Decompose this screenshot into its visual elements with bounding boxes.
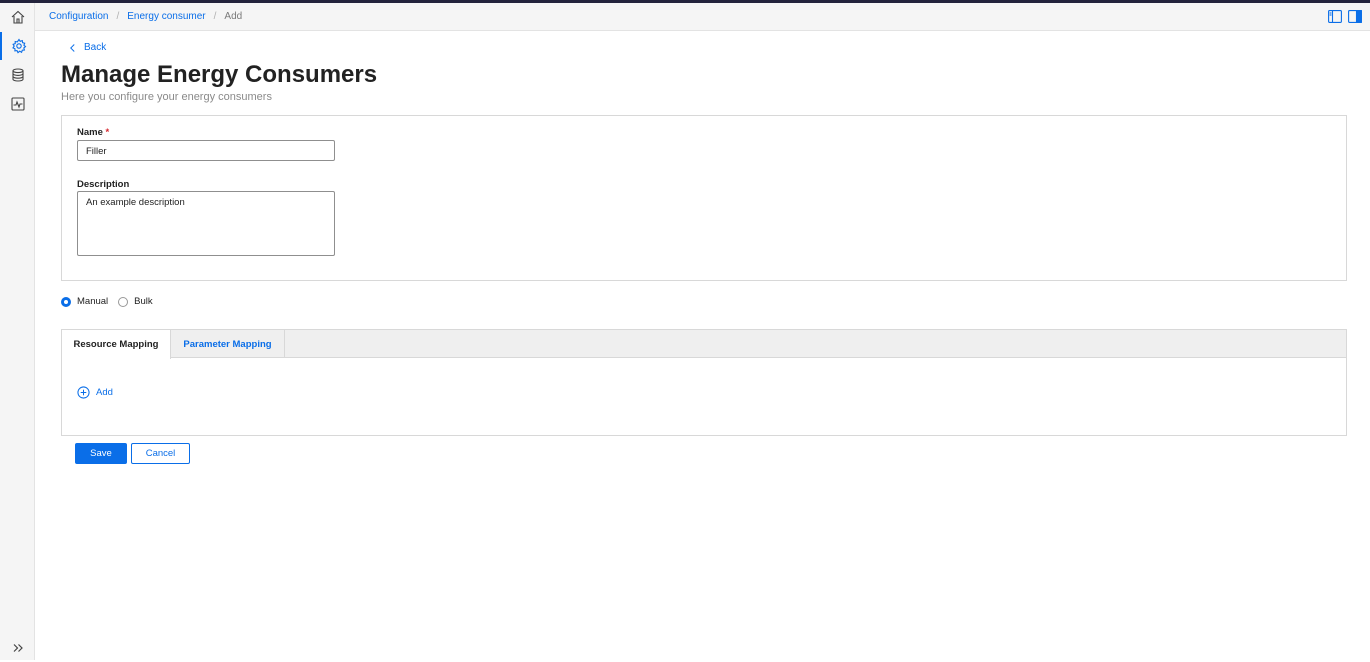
required-marker: * — [105, 127, 110, 138]
manual-radio[interactable] — [61, 296, 71, 307]
cancel-button[interactable]: Cancel — [131, 443, 190, 464]
sidebar-expand-button[interactable] — [0, 634, 35, 662]
gear-icon — [11, 38, 26, 54]
breadcrumb: Configuration / Energy consumer / Add — [49, 11, 242, 22]
database-icon — [11, 68, 24, 82]
back-label: Back — [84, 42, 107, 53]
description-label: Description — [77, 179, 130, 190]
tab-resource-mapping[interactable]: Resource Mapping — [62, 330, 171, 359]
back-link[interactable]: Back — [69, 42, 106, 53]
save-button[interactable]: Save — [75, 443, 127, 464]
header-bar: Configuration / Energy consumer / Add — [35, 3, 1370, 31]
tab-parameter-mapping[interactable]: Parameter Mapping — [171, 330, 285, 358]
header-icons — [1328, 10, 1362, 23]
plus-circle-icon — [77, 386, 90, 399]
breadcrumb-energy-consumer[interactable]: Energy consumer — [127, 11, 205, 22]
mapping-tabs-card: Resource Mapping Parameter Mapping Add — [61, 329, 1347, 436]
name-input[interactable]: Filler — [77, 140, 335, 161]
breadcrumb-current: Add — [224, 11, 243, 22]
mode-radio-group: Manual Bulk — [61, 296, 163, 307]
details-card: Name * Filler Description An example des… — [61, 115, 1347, 281]
add-label: Add — [96, 387, 113, 398]
name-label-text: Name — [77, 127, 103, 138]
add-button[interactable]: Add — [77, 386, 113, 399]
bulk-radio[interactable] — [118, 296, 129, 307]
manual-radio-label[interactable]: Manual — [77, 296, 108, 307]
activity-icon — [10, 97, 25, 111]
description-textarea[interactable]: An example description — [77, 191, 335, 256]
name-label: Name * — [77, 127, 109, 138]
panel-left-icon[interactable] — [1328, 10, 1342, 23]
breadcrumb-separator: / — [116, 11, 120, 22]
chevron-left-icon — [70, 43, 75, 52]
sidebar — [0, 3, 35, 660]
breadcrumb-separator: / — [213, 11, 217, 22]
page-subtitle: Here you configure your energy consumers — [61, 91, 272, 103]
sidebar-item-data[interactable] — [0, 61, 35, 89]
sidebar-item-monitor[interactable] — [0, 90, 35, 118]
bulk-radio-label[interactable]: Bulk — [134, 296, 152, 307]
chevron-double-right-icon — [13, 644, 23, 652]
home-icon — [11, 10, 24, 24]
page-title: Manage Energy Consumers — [61, 61, 378, 88]
tab-bar: Resource Mapping Parameter Mapping — [62, 330, 1346, 359]
sidebar-item-settings[interactable] — [0, 32, 35, 60]
sidebar-item-home[interactable] — [0, 3, 35, 31]
panel-right-icon[interactable] — [1348, 10, 1362, 23]
breadcrumb-configuration[interactable]: Configuration — [49, 11, 108, 22]
